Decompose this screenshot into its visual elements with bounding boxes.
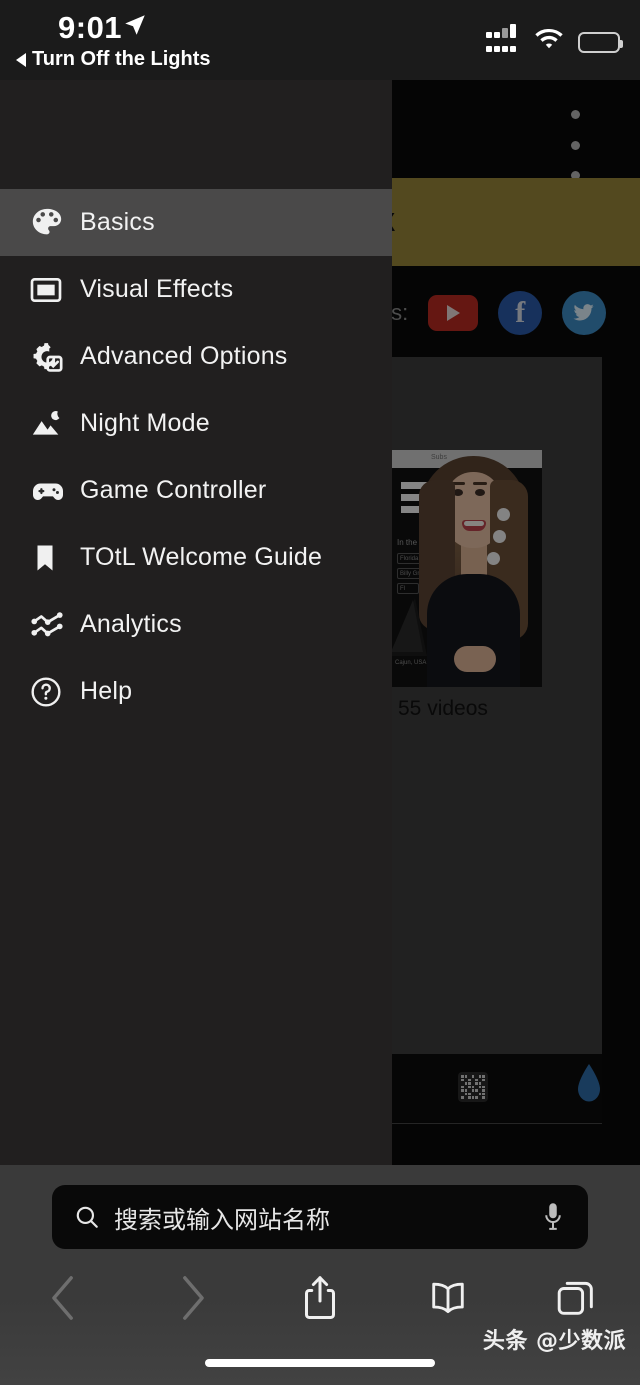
frame-icon [30, 274, 80, 306]
triangle-left-icon [16, 52, 26, 67]
menu-item-analytics[interactable]: Analytics [0, 591, 392, 658]
location-arrow-icon [122, 12, 148, 38]
menu-item-visual-effects[interactable]: Visual Effects [0, 256, 392, 323]
phone-screen: onation of any … X are this: f Subs [0, 0, 640, 1385]
menu-item-basics[interactable]: Basics [0, 189, 392, 256]
menu-item-label: TOtL Welcome Guide [80, 543, 323, 571]
status-bar: 9:01 Turn Off the Lights [0, 0, 640, 80]
gear-settings-icon [30, 340, 80, 374]
battery-icon [578, 31, 623, 53]
back-to-app-link[interactable]: Turn Off the Lights [16, 48, 211, 71]
palette-icon [30, 206, 80, 240]
help-circle-icon [30, 676, 80, 708]
menu-item-label: Analytics [80, 610, 182, 638]
forward-button[interactable] [128, 1265, 256, 1331]
tabs-button[interactable] [512, 1265, 640, 1331]
menu-item-label: Advanced Options [80, 342, 288, 370]
status-time: 9:01 [58, 10, 123, 45]
microphone-icon[interactable] [544, 1202, 562, 1232]
wifi-icon [534, 28, 564, 56]
menu-item-game-controller[interactable]: Game Controller [0, 457, 392, 524]
watermark: 头条 @少数派 [482, 1329, 626, 1354]
back-to-app-label: Turn Off the Lights [32, 48, 211, 70]
menu-item-label: Game Controller [80, 476, 267, 504]
bookmark-icon [30, 543, 80, 573]
gamepad-icon [30, 473, 80, 509]
analytics-icon [30, 608, 80, 642]
cellular-signal-icon [486, 24, 520, 52]
menu-item-totl-welcome-guide[interactable]: TOtL Welcome Guide [0, 524, 392, 591]
slide-out-menu: Basics Visual Effects Advanced Options N… [0, 80, 392, 1165]
share-button[interactable] [256, 1265, 384, 1331]
menu-item-label: Help [80, 677, 133, 705]
search-placeholder: 搜索或输入网站名称 [114, 1206, 330, 1234]
menu-item-night-mode[interactable]: Night Mode [0, 390, 392, 457]
bookmarks-button[interactable] [384, 1265, 512, 1331]
back-button[interactable] [0, 1265, 128, 1331]
menu-item-label: Basics [80, 208, 155, 236]
safari-bottom-bar: 搜索或输入网站名称 头条 @少数派 [0, 1165, 640, 1385]
menu-item-label: Visual Effects [80, 275, 234, 303]
mountain-moon-icon [30, 407, 80, 441]
menu-item-list: Basics Visual Effects Advanced Options N… [0, 189, 392, 725]
status-indicators [486, 24, 623, 58]
home-indicator [205, 1359, 435, 1367]
menu-item-label: Night Mode [80, 409, 210, 437]
search-icon [74, 1204, 100, 1230]
search-input[interactable]: 搜索或输入网站名称 [52, 1185, 588, 1249]
browser-toolbar [0, 1265, 640, 1331]
menu-item-help[interactable]: Help [0, 658, 392, 725]
menu-item-advanced-options[interactable]: Advanced Options [0, 323, 392, 390]
